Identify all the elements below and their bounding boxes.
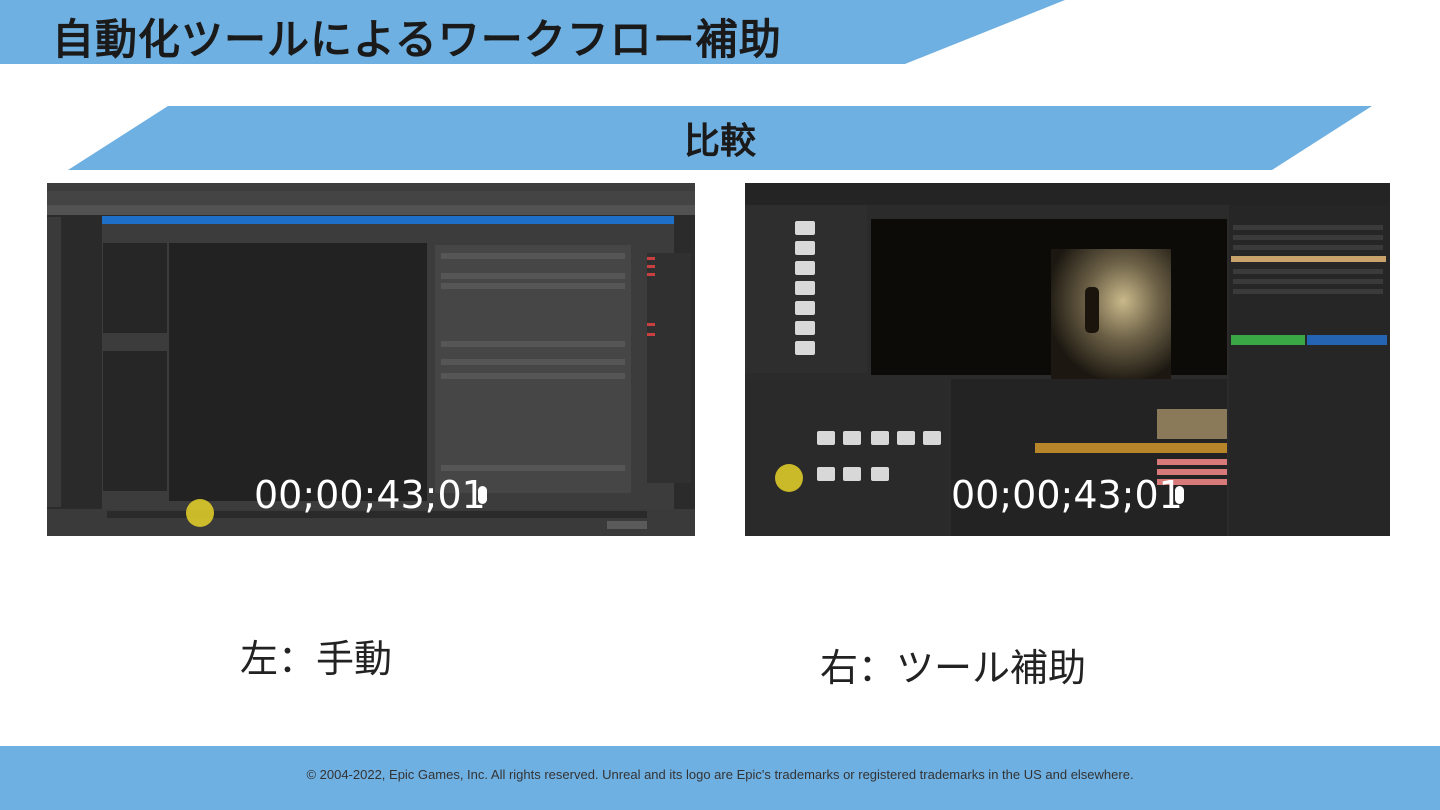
folder-icon [843, 431, 861, 445]
actor-icon [795, 281, 815, 295]
timecode-marker [478, 486, 487, 504]
option-row [441, 273, 625, 279]
project-tree [103, 351, 167, 491]
scene-light [1051, 249, 1171, 379]
outliner-row [1233, 269, 1383, 274]
outliner-row [1233, 289, 1383, 294]
actor-icon [795, 241, 815, 255]
folder-icon [871, 431, 889, 445]
folder-icon [871, 467, 889, 481]
channel-value [647, 265, 655, 268]
scene-figure [1085, 287, 1099, 333]
outliner-row [1233, 225, 1383, 230]
caption-right: 右：ツール補助 [820, 646, 1087, 690]
outliner-row [1233, 245, 1383, 250]
caption-left: 左：手動 [240, 637, 393, 681]
outliner-row [1233, 279, 1383, 284]
timecode: 00;00;43;01 [254, 473, 486, 517]
shot-thumbnail [1157, 409, 1227, 439]
actor-icon [795, 221, 815, 235]
dialog-title-bar [102, 216, 674, 224]
folder-tree [103, 243, 167, 333]
manual-workflow-screenshot: 00;00;43;01 [47, 183, 695, 536]
channel-value [647, 273, 655, 276]
outliner-details-panel [1229, 205, 1390, 536]
option-row [441, 373, 625, 379]
actor-icon [795, 321, 815, 335]
channel-value [647, 333, 655, 336]
actor-icon [795, 341, 815, 355]
outliner-selected-row [1231, 256, 1386, 262]
add-component-button [1231, 335, 1305, 345]
mouse-cursor-highlight [775, 464, 803, 492]
actor-icon [795, 261, 815, 275]
copyright-notice: © 2004-2022, Epic Games, Inc. All rights… [306, 767, 1134, 782]
option-row [441, 359, 625, 365]
menu-bar [47, 183, 695, 191]
option-row [441, 465, 625, 471]
blueprint-button [1307, 335, 1387, 345]
outliner-panel [62, 217, 102, 507]
timecode: 00;00;43;01 [951, 473, 1183, 517]
file-list [169, 243, 427, 501]
slide-title: 自動化ツールによるワークフロー補助 [52, 15, 782, 64]
folder-icon [923, 431, 941, 445]
viewport [871, 219, 1227, 379]
folder-icon [817, 431, 835, 445]
outliner-row [1233, 235, 1383, 240]
timecode-marker [1175, 486, 1184, 504]
channel-value [647, 257, 655, 260]
mouse-cursor-highlight [186, 499, 214, 527]
slide-subtitle: 比較 [683, 121, 756, 162]
sequencer-track [1035, 443, 1227, 453]
option-row [441, 253, 625, 259]
tool-box [47, 217, 61, 507]
keyframe-track [1157, 459, 1227, 465]
editor-toolbar [745, 183, 1390, 205]
channel-box [647, 253, 691, 483]
dialog-button [607, 521, 647, 529]
shelf [47, 205, 695, 215]
content-browser [745, 379, 945, 536]
tool-assisted-screenshot: 00;00;43;01 [745, 183, 1390, 536]
channel-value [647, 323, 655, 326]
option-row [441, 341, 625, 347]
folder-icon [817, 467, 835, 481]
actor-icon [795, 301, 815, 315]
toolbar [47, 191, 695, 205]
folder-icon [897, 431, 915, 445]
folder-icon [843, 467, 861, 481]
option-row [441, 283, 625, 289]
